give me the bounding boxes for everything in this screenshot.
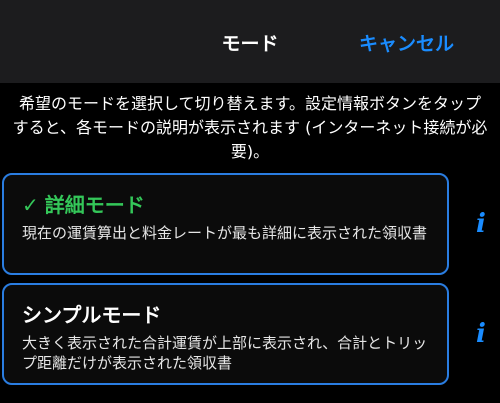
info-icon[interactable]: i	[470, 318, 492, 350]
mode-title: ✓ 詳細モード	[22, 189, 145, 218]
mode-title: シンプルモード	[22, 299, 161, 328]
info-icon[interactable]: i	[470, 208, 492, 240]
mode-description: 現在の運賃算出と料金レートが最も詳細に表示された領収書	[22, 224, 428, 242]
mode-description-text: 希望のモードを選択して切り替えます。設定情報ボタンをタップすると、各モードの説明…	[12, 94, 488, 161]
mode-option-detailed[interactable]: ✓ 詳細モード 現在の運賃算出と料金レートが最も詳細に表示された領収書	[2, 173, 449, 275]
mode-description: 大きく表示された合計運賃が上部に表示され、合計とトリップ距離だけが表示された領収…	[22, 334, 428, 372]
mode-title-label: 詳細モード	[44, 193, 145, 217]
checkmark-icon: ✓	[22, 193, 39, 217]
cancel-button[interactable]: キャンセル	[359, 29, 454, 56]
page-title: モード	[221, 33, 279, 55]
mode-option-simple[interactable]: シンプルモード 大きく表示された合計運賃が上部に表示され、合計とトリップ距離だけ…	[2, 283, 449, 385]
navigation-bar: モード キャンセル	[0, 0, 500, 83]
mode-title-label: シンプルモード	[22, 303, 162, 327]
